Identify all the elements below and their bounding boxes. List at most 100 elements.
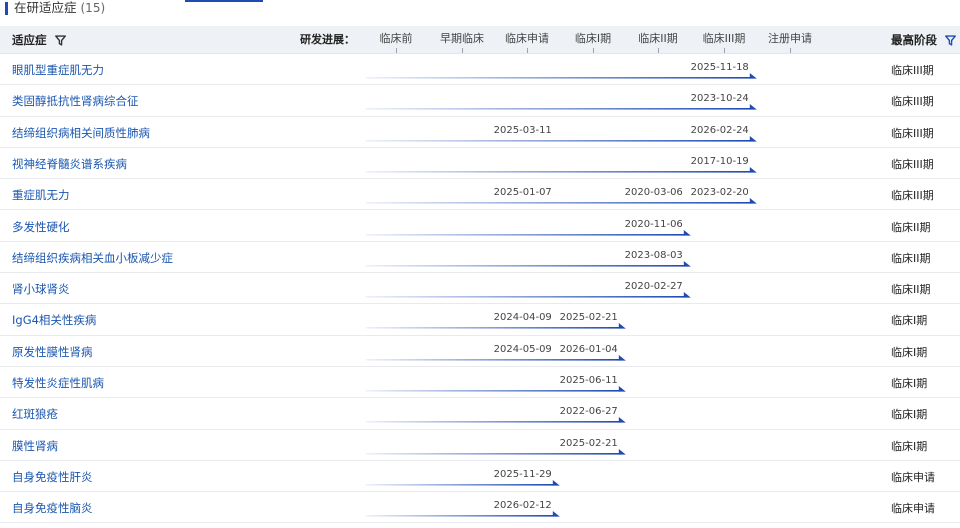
table-row: 多发性硬化 2020-11-06 临床II期 <box>0 211 960 242</box>
stage-tick <box>462 48 463 53</box>
progress-track <box>366 292 691 298</box>
stage-tick <box>658 48 659 53</box>
table-row: 自身免疫性脑炎 2026-02-12 临床申请 <box>0 492 960 524</box>
stage-date-label: 2022-06-27 <box>559 406 618 418</box>
progress-arrow <box>618 448 626 455</box>
table-row: 特发性炎症性肌病 2025-06-11 临床I期 <box>0 367 960 399</box>
progress-arrow <box>618 386 626 392</box>
highest-stage-value: 临床I期 <box>891 345 928 359</box>
progress-track <box>366 198 757 204</box>
indication-column-label: 适应症 <box>12 33 47 47</box>
progress-arrow <box>683 260 691 267</box>
highest-stage-value: 临床II期 <box>891 283 931 297</box>
progress-track <box>366 448 626 455</box>
table-row: 重症肌无力 2025-01-07 2020-03-06 2023-02-20 临床III… <box>0 179 960 211</box>
progress-arrow <box>618 323 626 329</box>
highest-stage-value: 临床I期 <box>891 408 928 422</box>
progress-arrow <box>618 417 626 423</box>
progress-arrow <box>618 354 626 361</box>
highest-stage-value: 临床II期 <box>891 251 931 265</box>
progress-arrow <box>749 198 757 204</box>
stage-tick <box>593 48 594 53</box>
table-row: 结缔组织病相关间质性肺病 2025-03-11 2026-02-24 临床III期 <box>0 117 960 148</box>
progress-track <box>366 166 757 173</box>
progress-track <box>366 104 757 110</box>
table-row: 肾小球肾炎 2020-02-27 临床II期 <box>0 273 960 305</box>
highest-stage-value: 临床III期 <box>891 64 934 77</box>
stage-date-label: 2020-02-27 <box>624 281 683 293</box>
section-title-text: 在研适应症 <box>14 0 77 15</box>
progress-arrow <box>749 73 757 79</box>
highest-stage-column-header[interactable]: 最高阶段 <box>891 26 956 54</box>
stage-tick <box>396 48 397 53</box>
table-row: 原发性膜性肾病 2024-05-09 2026-01-04 临床I期 <box>0 336 960 367</box>
filter-icon[interactable] <box>945 35 956 46</box>
progress-track <box>366 417 626 423</box>
highest-stage-value: 临床II期 <box>891 220 931 234</box>
progress-column-label: 研发进展： <box>300 33 355 46</box>
progress-line <box>366 77 751 79</box>
stage-date-label: 2025-02-21 <box>559 437 618 449</box>
table-row: 红斑狼疮 2022-06-27 临床I期 <box>0 398 960 430</box>
progress-track <box>366 229 691 236</box>
highest-stage-value: 临床III期 <box>891 126 934 140</box>
progress-arrow <box>683 292 691 298</box>
section-header: 在研适应症 (15) <box>0 0 960 22</box>
stage-date-label: 2026-02-12 <box>493 500 552 512</box>
progress-line <box>366 264 685 267</box>
progress-arrow <box>749 135 757 142</box>
table-row: 类固醇抵抗性肾病综合征 2023-10-24 临床III期 <box>0 85 960 117</box>
stage-tick <box>527 48 528 53</box>
stage-date-label: 2020-03-06 <box>624 187 683 199</box>
table-row: 视神经脊髓炎谱系疾病 2017-10-19 临床III期 <box>0 148 960 180</box>
progress-line <box>366 233 685 236</box>
stage-date-label: 2025-01-07 <box>493 187 552 199</box>
stage-date-label: 2025-02-21 <box>559 312 618 324</box>
table-row: 结缔组织疾病相关血小板减少症 2023-08-03 临床II期 <box>0 242 960 274</box>
stage-date-label: 2020-11-06 <box>624 218 683 230</box>
filter-icon[interactable] <box>54 35 66 46</box>
table-row: 自身免疫性肝炎 2025-11-29 临床申请 <box>0 461 960 493</box>
section-count: (15) <box>80 1 106 15</box>
stage-date-label: 2023-08-03 <box>624 249 683 261</box>
highest-stage-value: 临床申请 <box>891 470 935 484</box>
progress-line <box>366 421 620 423</box>
progress-track <box>366 323 626 329</box>
progress-arrow <box>552 511 560 517</box>
table-row: IgG4相关性疾病 2024-04-09 2025-02-21 临床I期 <box>0 304 960 336</box>
stage-date-label: 2025-11-29 <box>493 468 552 480</box>
stage-date-label: 2025-11-18 <box>690 62 749 73</box>
progress-line <box>366 108 751 110</box>
progress-line <box>366 452 620 455</box>
highest-stage-value: 临床III期 <box>891 157 934 171</box>
section-title: 在研适应症 (15) <box>14 0 105 16</box>
progress-track <box>366 354 626 361</box>
stage-tick <box>790 48 791 53</box>
progress-line <box>366 390 620 392</box>
progress-arrow <box>683 229 691 236</box>
progress-line <box>366 483 554 486</box>
stage-date-label: 2025-06-11 <box>559 375 618 386</box>
progress-arrow <box>552 479 560 486</box>
table-header: 适应症 研发进展： 最高阶段 临床前 早期临床 临床申请 临床I期 临床II期 临床III… <box>0 26 960 54</box>
highest-stage-column-label: 最高阶段 <box>891 33 937 47</box>
progress-track <box>366 511 560 517</box>
stage-date-label: 2025-03-11 <box>493 124 552 136</box>
highest-stage-value: 临床III期 <box>891 189 934 203</box>
table-row: 眼肌型重症肌无力 2025-11-18 临床III期 <box>0 54 960 86</box>
stage-date-label: 2026-02-24 <box>690 124 749 136</box>
tab-active-indicator <box>185 0 263 2</box>
progress-line <box>366 202 751 204</box>
highest-stage-value: 临床I期 <box>891 377 928 390</box>
progress-track <box>366 260 691 267</box>
stage-date-label: 2024-05-09 <box>493 343 552 355</box>
progress-line <box>366 296 685 298</box>
stage-date-label: 2023-02-20 <box>690 187 749 199</box>
progress-track <box>366 386 626 392</box>
progress-line <box>366 515 554 517</box>
indication-column-header[interactable]: 适应症 <box>12 26 66 54</box>
stage-date-label: 2017-10-19 <box>690 155 749 167</box>
highest-stage-value: 临床申请 <box>891 502 935 516</box>
progress-arrow <box>749 104 757 110</box>
progress-line <box>366 358 620 361</box>
